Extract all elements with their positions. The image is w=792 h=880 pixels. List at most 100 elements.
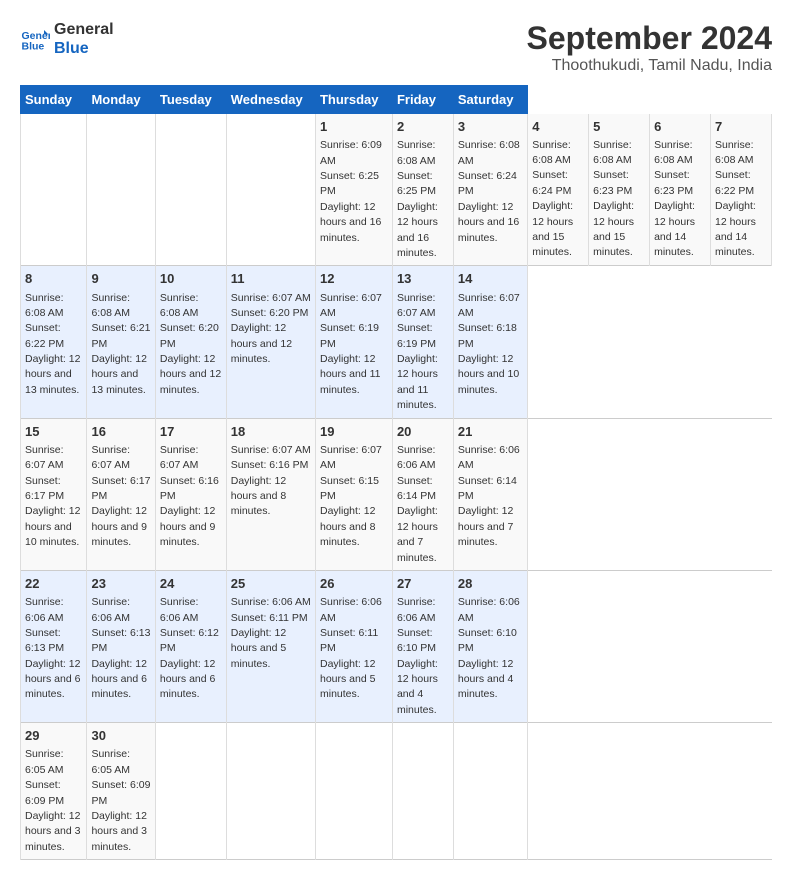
daylight-info: Daylight: 12 hours and 14 minutes. (715, 200, 756, 258)
sunset-info: Sunset: 6:09 PM (25, 779, 64, 806)
calendar-table: SundayMondayTuesdayWednesdayThursdayFrid… (20, 85, 772, 860)
day-number: 24 (160, 575, 222, 593)
sunset-info: Sunset: 6:14 PM (458, 475, 517, 502)
day-number: 27 (397, 575, 449, 593)
sunrise-info: Sunrise: 6:08 AM (160, 292, 199, 319)
sunset-info: Sunset: 6:25 PM (397, 170, 436, 197)
daylight-info: Daylight: 12 hours and 11 minutes. (320, 353, 381, 396)
sunrise-info: Sunrise: 6:07 AM (397, 292, 436, 319)
sunset-info: Sunset: 6:13 PM (91, 627, 150, 654)
calendar-header: SundayMondayTuesdayWednesdayThursdayFrid… (21, 86, 772, 114)
daylight-info: Daylight: 12 hours and 13 minutes. (25, 353, 80, 396)
day-number: 19 (320, 423, 388, 441)
calendar-cell: 3Sunrise: 6:08 AMSunset: 6:24 PMDaylight… (453, 114, 527, 266)
sunset-info: Sunset: 6:11 PM (320, 627, 378, 654)
day-number: 18 (231, 423, 311, 441)
sunset-info: Sunset: 6:19 PM (397, 322, 436, 349)
sunset-info: Sunset: 6:09 PM (91, 779, 150, 806)
day-number: 10 (160, 270, 222, 288)
sunrise-info: Sunrise: 6:06 AM (458, 444, 520, 471)
calendar-cell: 17Sunrise: 6:07 AMSunset: 6:16 PMDayligh… (155, 418, 226, 570)
day-number: 30 (91, 727, 150, 745)
day-number: 12 (320, 270, 388, 288)
logo-general: General (54, 20, 114, 39)
calendar-row: 1Sunrise: 6:09 AMSunset: 6:25 PMDaylight… (21, 114, 772, 266)
day-number: 22 (25, 575, 82, 593)
day-number: 28 (458, 575, 523, 593)
day-number: 2 (397, 118, 449, 136)
sunset-info: Sunset: 6:23 PM (593, 169, 632, 196)
daylight-info: Daylight: 12 hours and 12 minutes. (231, 322, 292, 365)
sunrise-info: Sunrise: 6:06 AM (397, 596, 436, 623)
sunrise-info: Sunrise: 6:08 AM (397, 139, 436, 166)
sunrise-info: Sunrise: 6:07 AM (320, 292, 382, 319)
day-number: 6 (654, 118, 706, 136)
day-number: 20 (397, 423, 449, 441)
sunrise-info: Sunrise: 6:08 AM (532, 139, 571, 166)
calendar-cell: 30Sunrise: 6:05 AMSunset: 6:09 PMDayligh… (87, 723, 155, 860)
daylight-info: Daylight: 12 hours and 16 minutes. (458, 201, 519, 244)
svg-text:Blue: Blue (22, 41, 45, 53)
sunset-info: Sunset: 6:25 PM (320, 170, 379, 197)
sunrise-info: Sunrise: 6:06 AM (231, 596, 311, 608)
day-number: 21 (458, 423, 523, 441)
sunrise-info: Sunrise: 6:08 AM (25, 292, 64, 319)
daylight-info: Daylight: 12 hours and 9 minutes. (160, 505, 215, 548)
calendar-cell: 18Sunrise: 6:07 AMSunset: 6:16 PMDayligh… (226, 418, 315, 570)
logo-icon: General Blue (20, 24, 50, 54)
header-day: Tuesday (155, 86, 226, 114)
sunset-info: Sunset: 6:10 PM (458, 627, 517, 654)
header-day: Thursday (315, 86, 392, 114)
header-day: Friday (392, 86, 453, 114)
sunset-info: Sunset: 6:22 PM (25, 322, 64, 349)
daylight-info: Daylight: 12 hours and 16 minutes. (320, 201, 381, 244)
day-number: 9 (91, 270, 150, 288)
daylight-info: Daylight: 12 hours and 7 minutes. (458, 505, 513, 548)
day-number: 26 (320, 575, 388, 593)
day-number: 11 (231, 270, 311, 288)
calendar-cell: 9Sunrise: 6:08 AMSunset: 6:21 PMDaylight… (87, 266, 155, 418)
sunrise-info: Sunrise: 6:08 AM (91, 292, 130, 319)
calendar-cell: 20Sunrise: 6:06 AMSunset: 6:14 PMDayligh… (392, 418, 453, 570)
calendar-cell: 21 Sunrise: 6:06 AM Sunset: 6:14 PM Dayligh… (453, 418, 527, 570)
header-day: Sunday (21, 86, 87, 114)
sunrise-info: Sunrise: 6:08 AM (715, 139, 754, 166)
sunset-info: Sunset: 6:24 PM (532, 169, 571, 196)
daylight-info: Daylight: 12 hours and 5 minutes. (231, 627, 286, 670)
calendar-cell: 24Sunrise: 6:06 AMSunset: 6:12 PMDayligh… (155, 570, 226, 722)
calendar-cell: 12Sunrise: 6:07 AMSunset: 6:19 PMDayligh… (315, 266, 392, 418)
calendar-cell: 10Sunrise: 6:08 AMSunset: 6:20 PMDayligh… (155, 266, 226, 418)
calendar-cell: 25Sunrise: 6:06 AMSunset: 6:11 PMDayligh… (226, 570, 315, 722)
calendar-cell: 1Sunrise: 6:09 AMSunset: 6:25 PMDaylight… (315, 114, 392, 266)
daylight-info: Daylight: 12 hours and 14 minutes. (654, 200, 695, 258)
calendar-cell: 16Sunrise: 6:07 AMSunset: 6:17 PMDayligh… (87, 418, 155, 570)
sunset-info: Sunset: 6:16 PM (160, 475, 219, 502)
day-number: 15 (25, 423, 82, 441)
sunset-info: Sunset: 6:12 PM (160, 627, 219, 654)
calendar-cell: 6Sunrise: 6:08 AMSunset: 6:23 PMDaylight… (650, 114, 711, 266)
sunset-info: Sunset: 6:20 PM (160, 322, 219, 349)
calendar-cell: 28 Sunrise: 6:06 AM Sunset: 6:10 PM Dayligh… (453, 570, 527, 722)
calendar-cell: 14Sunrise: 6:07 AMSunset: 6:18 PMDayligh… (453, 266, 527, 418)
sunset-info: Sunset: 6:11 PM (231, 612, 308, 624)
sunrise-info: Sunrise: 6:09 AM (320, 139, 382, 166)
calendar-cell: 4Sunrise: 6:08 AMSunset: 6:24 PMDaylight… (528, 114, 589, 266)
calendar-cell: 11Sunrise: 6:07 AMSunset: 6:20 PMDayligh… (226, 266, 315, 418)
daylight-info: Daylight: 12 hours and 5 minutes. (320, 658, 375, 701)
calendar-cell: 13Sunrise: 6:07 AMSunset: 6:19 PMDayligh… (392, 266, 453, 418)
calendar-row: 29Sunrise: 6:05 AMSunset: 6:09 PMDayligh… (21, 723, 772, 860)
sunrise-info: Sunrise: 6:06 AM (458, 596, 520, 623)
sunset-info: Sunset: 6:16 PM (231, 459, 309, 471)
calendar-cell: 26Sunrise: 6:06 AMSunset: 6:11 PMDayligh… (315, 570, 392, 722)
title-block: September 2024 Thoothukudi, Tamil Nadu, … (527, 20, 772, 75)
page-title: September 2024 (527, 20, 772, 57)
daylight-info: Daylight: 12 hours and 4 minutes. (458, 658, 513, 701)
daylight-info: Daylight: 12 hours and 4 minutes. (397, 658, 438, 716)
day-number: 17 (160, 423, 222, 441)
daylight-info: Daylight: 12 hours and 8 minutes. (320, 505, 375, 548)
header-day: Wednesday (226, 86, 315, 114)
calendar-body: 1Sunrise: 6:09 AMSunset: 6:25 PMDaylight… (21, 114, 772, 860)
daylight-info: Daylight: 12 hours and 13 minutes. (91, 353, 146, 396)
sunrise-info: Sunrise: 6:05 AM (25, 748, 64, 775)
sunrise-info: Sunrise: 6:07 AM (231, 444, 311, 456)
